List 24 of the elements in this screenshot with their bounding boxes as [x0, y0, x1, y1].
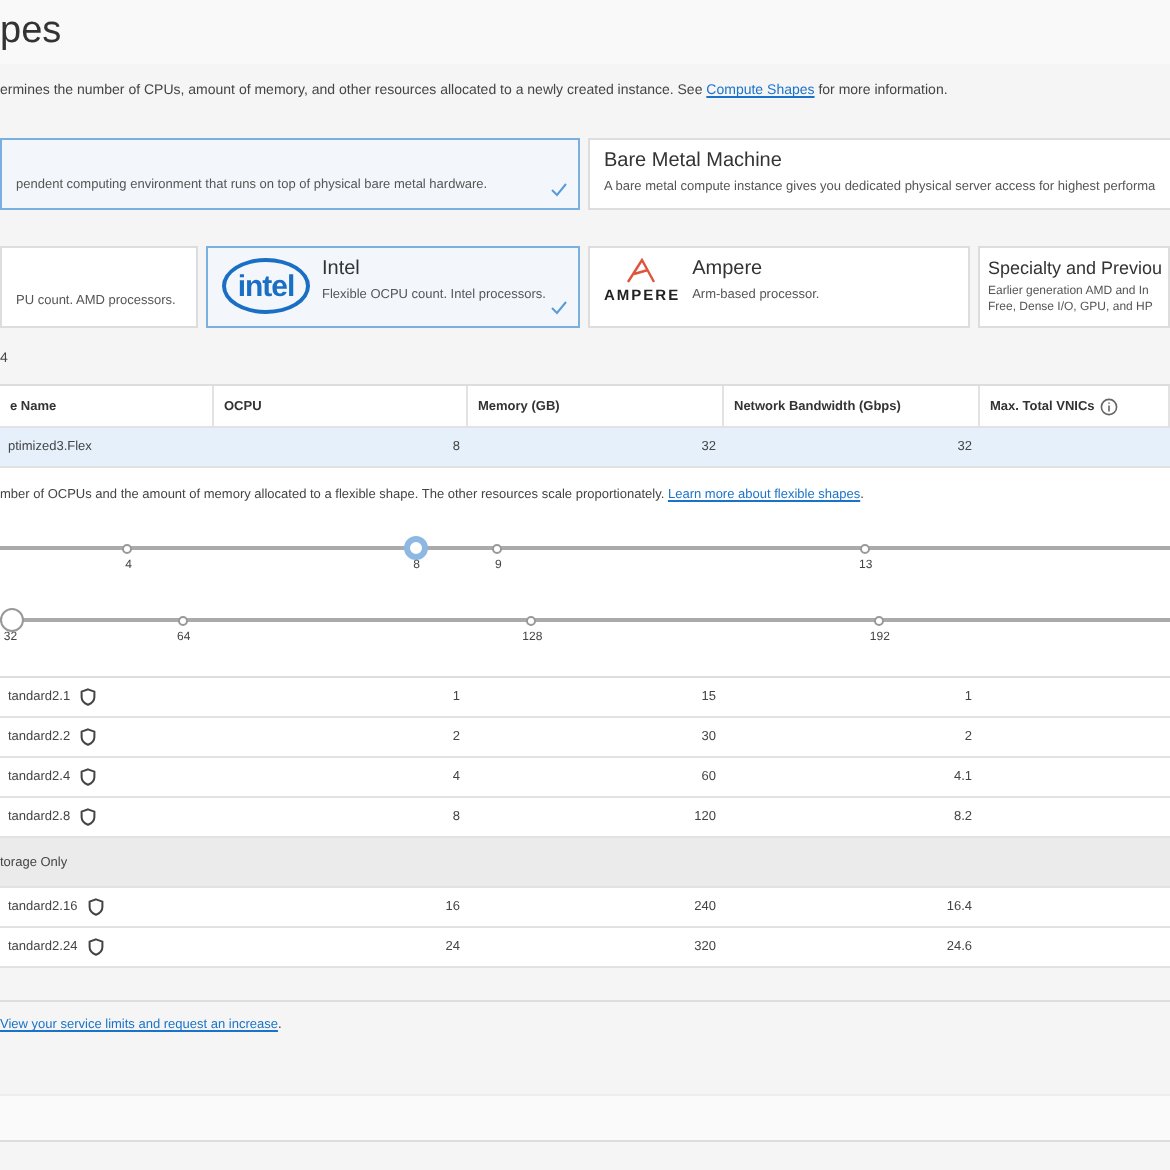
page-title: pes: [0, 10, 62, 54]
info-icon: [1100, 397, 1119, 415]
slider-thumb[interactable]: [0, 608, 25, 632]
shield-icon: [80, 728, 97, 746]
intel-logo: intel: [222, 258, 310, 314]
card-title: Specialty and Previou: [988, 258, 1163, 278]
tick-mark: [177, 615, 188, 625]
shield-icon: [80, 768, 97, 786]
peak-icon: [626, 258, 659, 284]
card-title: Ampere: [692, 258, 765, 280]
shield-icon: [87, 938, 104, 956]
tick-mark: [873, 615, 884, 625]
slider-thumb[interactable]: [404, 536, 429, 560]
card-title: Intel: [322, 258, 362, 280]
shield-icon: [80, 808, 97, 826]
check-icon: [550, 300, 568, 316]
check-icon: [550, 182, 568, 198]
tick-mark: [122, 543, 133, 553]
card-title: Bare Metal Machine: [604, 150, 784, 172]
tick-mark: [859, 543, 870, 553]
tick-mark: [492, 543, 503, 553]
shield-icon: [87, 898, 104, 916]
tick-mark: [526, 615, 537, 625]
shield-icon: [80, 688, 97, 706]
